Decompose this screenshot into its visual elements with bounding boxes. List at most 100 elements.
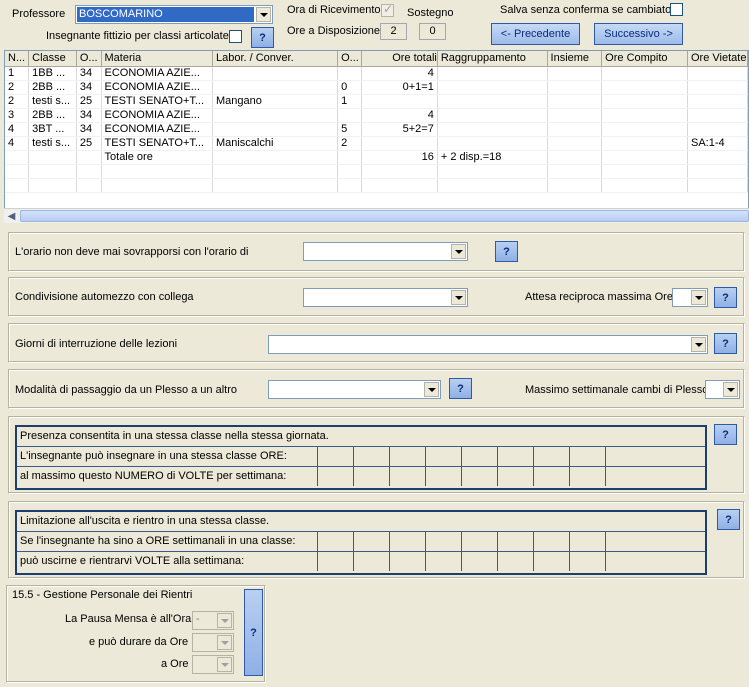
chevron-down-icon[interactable] xyxy=(217,657,232,672)
presenza-cell[interactable] xyxy=(605,467,705,486)
column-header[interactable]: Insieme xyxy=(547,51,603,67)
table-row[interactable]: 1 1BB ... 34 ECONOMIA AZIE... 4 xyxy=(5,66,748,81)
chevron-down-icon[interactable] xyxy=(424,382,439,397)
presenza-cell[interactable] xyxy=(461,467,496,486)
a-ore-select[interactable] xyxy=(192,655,234,674)
attesa-help-button[interactable]: ? xyxy=(714,287,737,308)
scroll-thumb[interactable] xyxy=(20,210,749,222)
table-row[interactable] xyxy=(5,164,748,179)
limitazione-cell[interactable] xyxy=(353,532,388,551)
professore-select[interactable]: BOSCOMARINO xyxy=(75,5,273,24)
table-row[interactable]: Totale ore 16 + 2 disp.=18 xyxy=(5,150,748,165)
limitazione-cell[interactable] xyxy=(461,532,496,551)
chevron-down-icon[interactable] xyxy=(691,337,706,352)
presenza-cell[interactable] xyxy=(425,447,460,466)
rientri-help-button[interactable]: ? xyxy=(244,589,263,676)
column-header[interactable]: O... xyxy=(76,51,102,67)
table-row[interactable] xyxy=(5,178,748,193)
limitazione-cell[interactable] xyxy=(605,532,705,551)
chevron-down-icon[interactable] xyxy=(451,290,466,305)
ore-disposizione-field-1[interactable]: 2 xyxy=(380,23,407,40)
orario-select[interactable] xyxy=(303,242,468,261)
limitazione-cell[interactable] xyxy=(605,552,705,571)
chevron-down-icon[interactable] xyxy=(256,7,271,22)
fittizio-checkbox[interactable] xyxy=(229,30,242,43)
chevron-down-icon[interactable] xyxy=(691,290,706,305)
limitazione-cell[interactable] xyxy=(461,552,496,571)
presenza-cell[interactable] xyxy=(497,467,532,486)
limitazione-cell[interactable] xyxy=(317,532,352,551)
presenza-cell[interactable] xyxy=(497,447,532,466)
table-row[interactable]: 2 2BB ... 34 ECONOMIA AZIE... 0 0+1=1 xyxy=(5,80,748,95)
table-cell: 2BB ... xyxy=(28,108,77,123)
presenza-cell[interactable] xyxy=(389,467,424,486)
table-cell xyxy=(601,66,688,81)
table-row[interactable]: 4 testi s... 25 TESTI SENATO+T... Maniscalch… xyxy=(5,136,748,151)
pausa-select[interactable]: - xyxy=(192,611,234,630)
limitazione-cell[interactable] xyxy=(425,552,460,571)
massimo-plesso-select[interactable] xyxy=(705,380,740,399)
chevron-down-icon[interactable] xyxy=(217,613,232,628)
limitazione-cell[interactable] xyxy=(389,532,424,551)
limitazione-cell[interactable] xyxy=(317,552,352,571)
presenza-cell[interactable] xyxy=(353,447,388,466)
table-row[interactable]: 3 2BB ... 34 ECONOMIA AZIE... 4 xyxy=(5,108,748,123)
modalita-select[interactable] xyxy=(268,380,441,399)
presenza-cell[interactable] xyxy=(461,447,496,466)
attesa-select[interactable] xyxy=(672,288,708,307)
limitazione-cell[interactable] xyxy=(425,532,460,551)
column-header[interactable]: Labor. / Conver. xyxy=(212,51,339,67)
limitazione-cell[interactable] xyxy=(533,552,568,571)
modalita-help-button[interactable]: ? xyxy=(449,378,472,399)
chevron-down-icon[interactable] xyxy=(217,635,232,650)
column-header[interactable]: Ore totali xyxy=(361,51,438,67)
column-header[interactable]: Ore Vietate xyxy=(687,51,748,67)
presenza-cell[interactable] xyxy=(569,447,604,466)
presenza-cell[interactable] xyxy=(425,467,460,486)
giorni-help-button[interactable]: ? xyxy=(714,333,737,354)
column-header[interactable]: O... xyxy=(337,51,362,67)
grid-horizontal-scrollbar[interactable]: ◀ xyxy=(4,208,749,223)
condivisione-select[interactable] xyxy=(303,288,468,307)
presenza-cell[interactable] xyxy=(533,447,568,466)
scroll-left-icon[interactable]: ◀ xyxy=(4,209,19,223)
table-row[interactable]: 2 testi s... 25 TESTI SENATO+T... Mangano 1 xyxy=(5,94,748,109)
limitazione-cell[interactable] xyxy=(497,552,532,571)
chevron-down-icon[interactable] xyxy=(451,244,466,259)
column-header[interactable]: Ore Compito xyxy=(601,51,688,67)
ora-ricevimento-checkbox[interactable] xyxy=(381,2,394,17)
docenti-grid[interactable]: N... Classe O... Materia Labor. / Conver. O..… xyxy=(4,50,749,222)
column-header[interactable]: Classe xyxy=(28,51,77,67)
precedente-button[interactable]: <- Precedente xyxy=(491,23,580,45)
limitazione-cell[interactable] xyxy=(353,552,388,571)
salva-checkbox[interactable] xyxy=(670,3,683,16)
presenza-cell[interactable] xyxy=(605,447,705,466)
chevron-down-icon[interactable] xyxy=(723,382,738,397)
presenza-cell[interactable] xyxy=(317,467,352,486)
column-header[interactable]: Raggruppamento xyxy=(437,51,548,67)
presenza-cell[interactable] xyxy=(569,467,604,486)
durare-select[interactable] xyxy=(192,633,234,652)
presenza-cell[interactable] xyxy=(317,447,352,466)
giorni-select[interactable] xyxy=(268,335,708,354)
table-cell xyxy=(547,122,603,137)
presenza-cell[interactable] xyxy=(533,467,568,486)
table-cell xyxy=(437,108,548,123)
successivo-button[interactable]: Successivo -> xyxy=(594,23,683,45)
presenza-cell[interactable] xyxy=(389,447,424,466)
limitazione-cell[interactable] xyxy=(569,552,604,571)
column-header[interactable]: Materia xyxy=(101,51,213,67)
limitazione-help-button[interactable]: ? xyxy=(717,509,740,530)
ore-disposizione-field-2[interactable]: 0 xyxy=(419,23,446,40)
column-header[interactable]: N... xyxy=(5,51,30,67)
limitazione-cell[interactable] xyxy=(389,552,424,571)
table-row[interactable]: 4 3BT ... 34 ECONOMIA AZIE... 5 5+2=7 xyxy=(5,122,748,137)
limitazione-cell[interactable] xyxy=(569,532,604,551)
orario-help-button[interactable]: ? xyxy=(495,241,518,262)
fittizio-help-button[interactable]: ? xyxy=(251,27,274,48)
limitazione-cell[interactable] xyxy=(497,532,532,551)
limitazione-title: Limitazione all'uscita e rientro in una … xyxy=(20,515,270,527)
presenza-help-button[interactable]: ? xyxy=(714,424,737,445)
limitazione-cell[interactable] xyxy=(533,532,568,551)
presenza-cell[interactable] xyxy=(353,467,388,486)
